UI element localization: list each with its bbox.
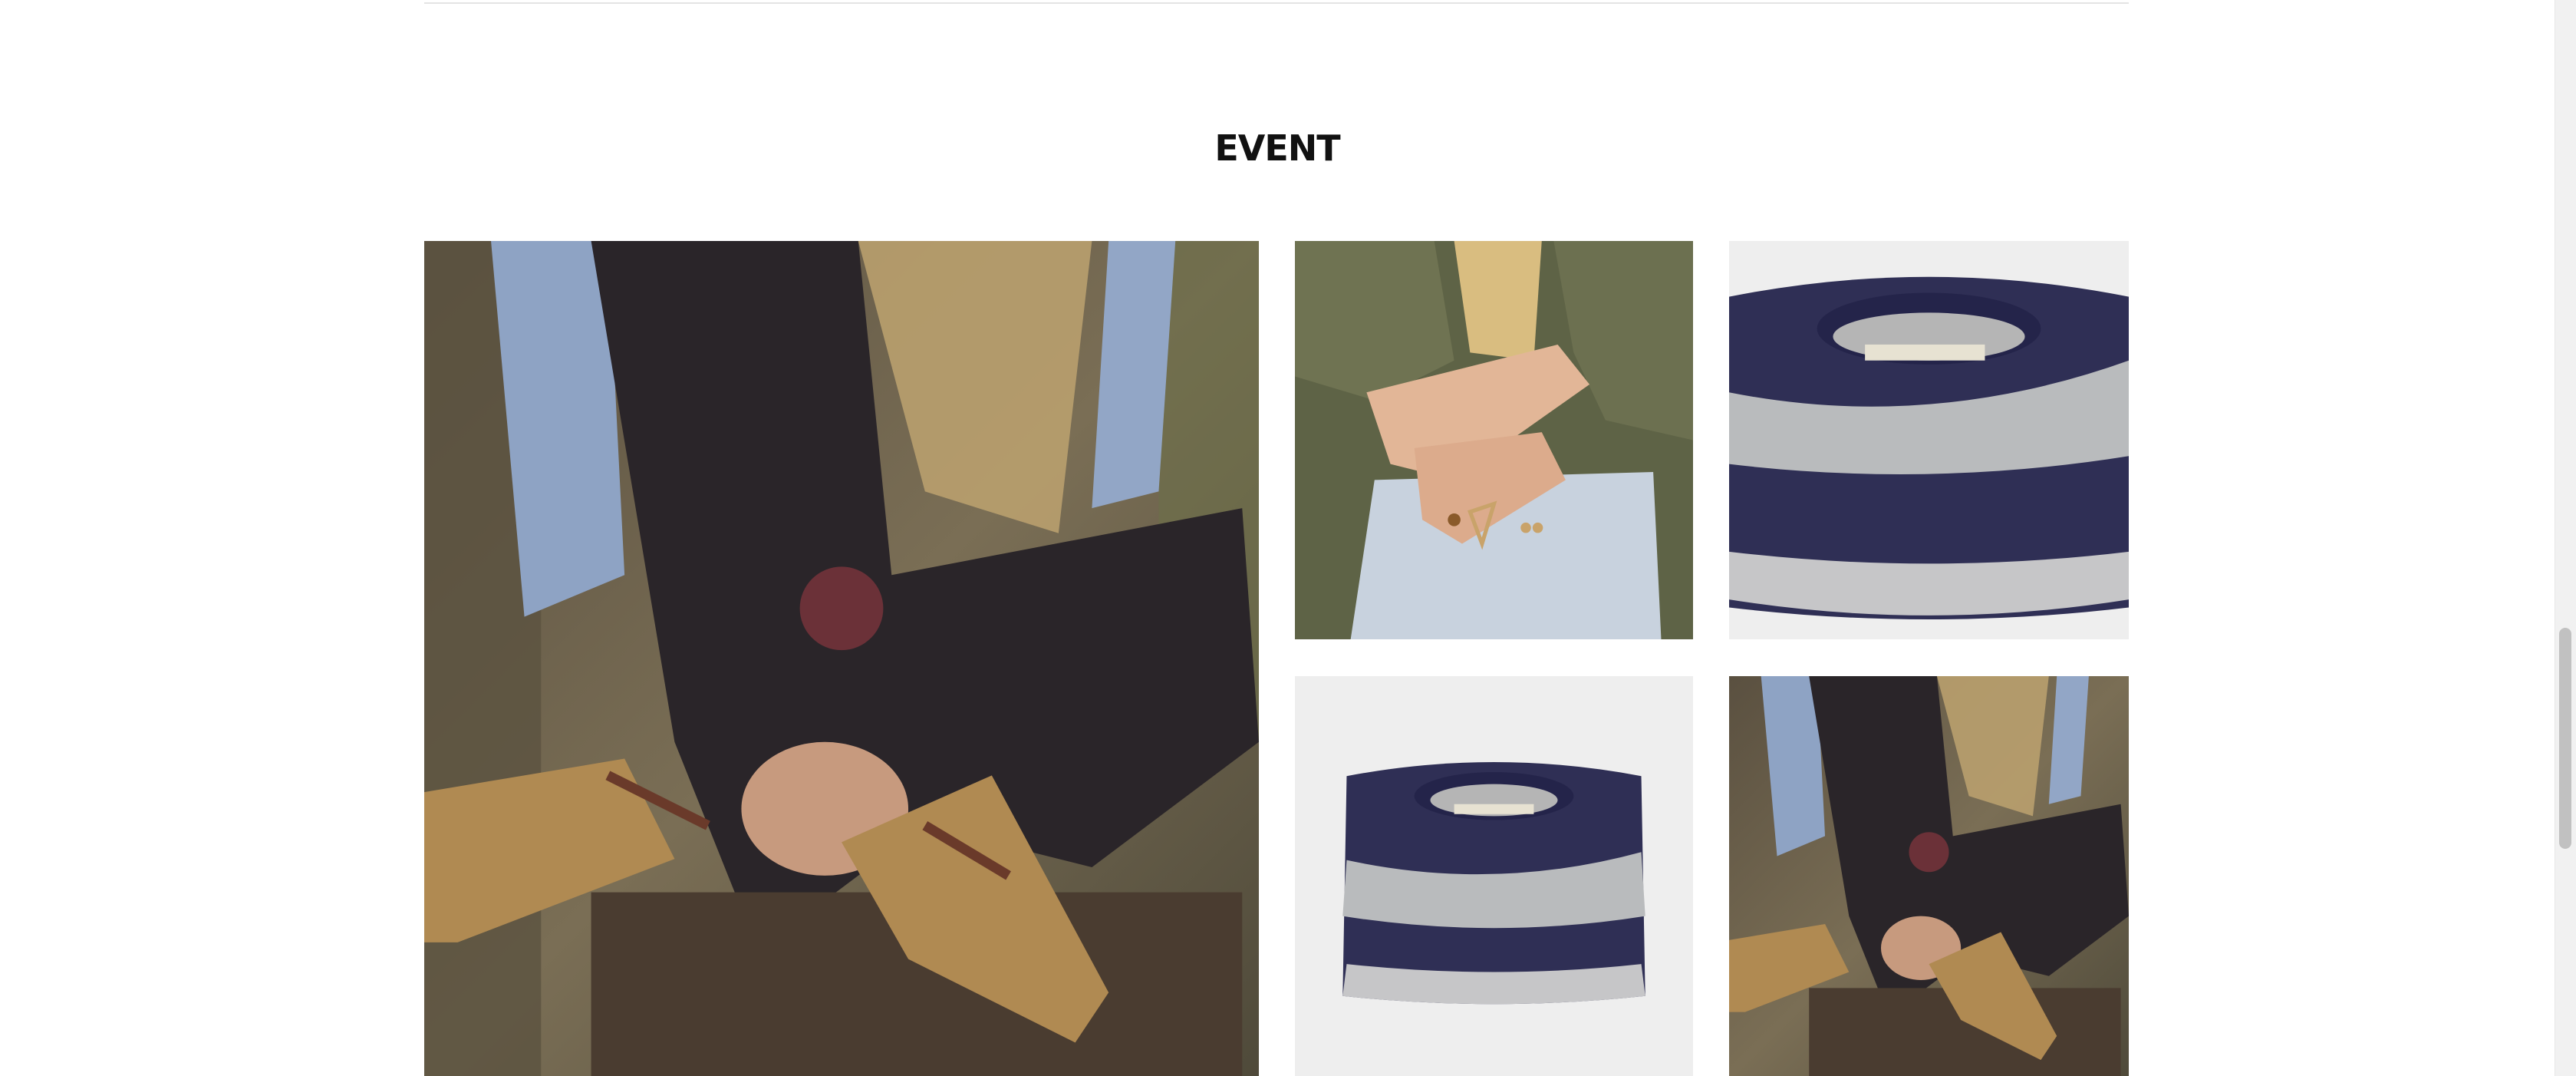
gallery-image-sweater-2[interactable]	[1295, 676, 1693, 1076]
woman-sitting-photo-icon	[1729, 676, 2129, 1076]
scrollbar-thumb[interactable]	[2559, 628, 2571, 849]
gallery-image-hands-rings[interactable]	[1295, 241, 1693, 639]
gallery-image-woman-sitting-small[interactable]	[1729, 676, 2129, 1076]
hands-rings-photo-icon	[1295, 241, 1693, 639]
gallery-image-woman-sitting[interactable]	[424, 241, 1259, 1076]
woman-sitting-photo-icon	[424, 241, 1259, 1076]
section-title: EVENT	[1214, 127, 1340, 169]
vertical-scrollbar[interactable]	[2555, 0, 2576, 1076]
section-divider	[424, 2, 2129, 4]
striped-sweater-photo-icon	[1295, 676, 1693, 1076]
gallery-image-sweater-1[interactable]	[1729, 241, 2129, 639]
striped-sweater-photo-icon	[1729, 241, 2129, 639]
event-page: EVENT	[0, 0, 2576, 1076]
